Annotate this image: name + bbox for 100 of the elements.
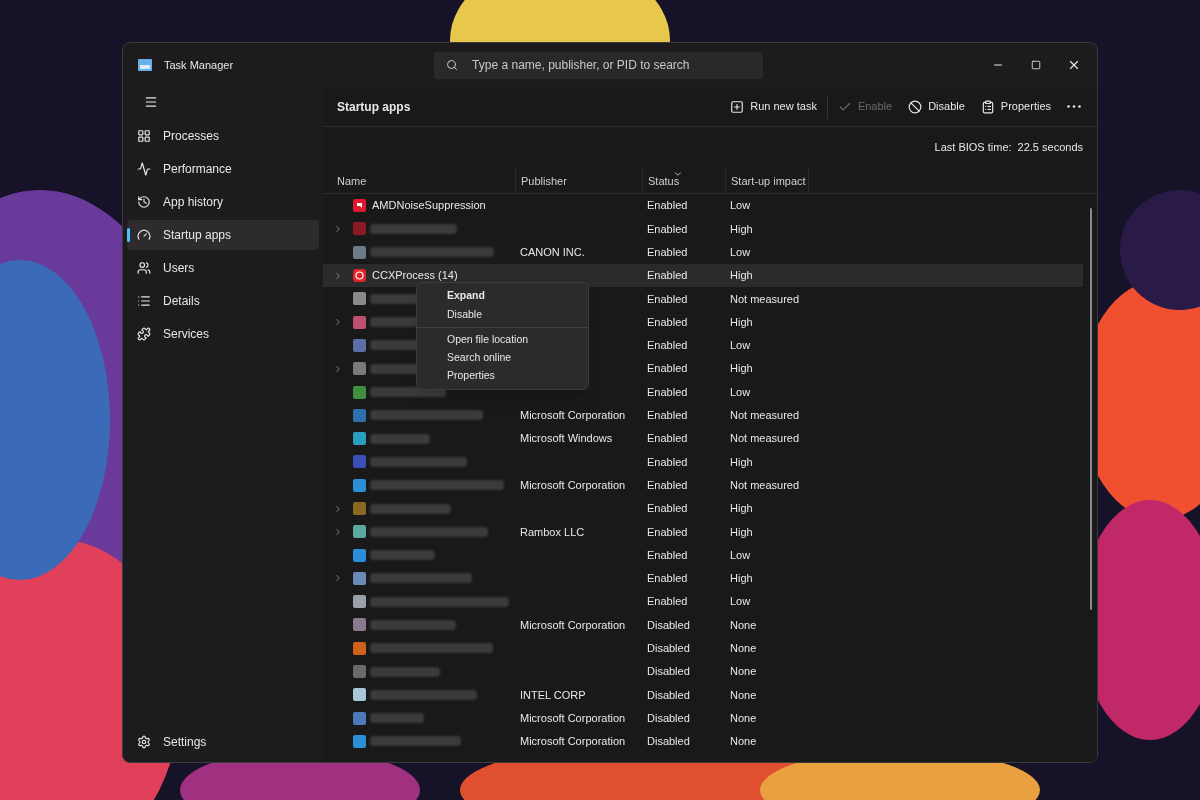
search-field[interactable]: Type a name, publisher, or PID to search xyxy=(434,51,764,79)
column-header[interactable]: Status xyxy=(642,167,725,193)
impact-text: None xyxy=(730,618,757,631)
expand-chevron-icon[interactable] xyxy=(333,573,343,584)
menu-item[interactable]: Disable xyxy=(417,305,588,324)
impact-text: High xyxy=(730,502,753,515)
publisher-text: Microsoft Windows xyxy=(520,432,613,445)
status-text: Disabled xyxy=(647,642,690,655)
menu-item[interactable]: Expand xyxy=(417,287,588,306)
publisher-text: Microsoft Corporation xyxy=(520,711,626,724)
toolbar-button[interactable]: Properties xyxy=(974,91,1057,122)
bios-time-value: 22.5 seconds xyxy=(1017,139,1083,155)
history-icon xyxy=(137,195,151,209)
impact-text: None xyxy=(730,735,757,748)
users-icon xyxy=(137,261,151,275)
sort-icon xyxy=(673,169,683,179)
sidebar-item[interactable]: App history xyxy=(127,187,319,217)
blurred-name xyxy=(370,550,435,561)
status-text: Disabled xyxy=(647,618,690,631)
scrollbar[interactable] xyxy=(1090,208,1092,610)
impact-text: High xyxy=(730,269,753,282)
more-icon xyxy=(1067,105,1081,108)
sidebar-item[interactable]: Services xyxy=(127,319,319,349)
menu-item[interactable]: Search online xyxy=(417,348,588,367)
sidebar-item[interactable]: Startup apps xyxy=(127,220,319,250)
menu-item[interactable]: Open file location xyxy=(417,326,588,349)
column-header[interactable]: Start-up impact xyxy=(725,167,808,193)
status-text: Enabled xyxy=(647,525,688,538)
app-name: CCXProcess (14) xyxy=(372,268,458,284)
sidebar-item[interactable]: Users xyxy=(127,253,319,283)
status-text: Enabled xyxy=(647,409,688,422)
grid-icon xyxy=(137,129,151,143)
impact-text: None xyxy=(730,688,757,701)
impact-text: High xyxy=(730,315,753,328)
status-text: Enabled xyxy=(647,222,688,235)
pulse-icon xyxy=(137,162,151,176)
expand-chevron-icon[interactable] xyxy=(333,223,343,234)
blurred-name xyxy=(370,666,440,677)
toolbar-button[interactable]: Disable xyxy=(902,91,971,122)
status-text: Enabled xyxy=(647,385,688,398)
impact-text: High xyxy=(730,525,753,538)
expand-chevron-icon[interactable] xyxy=(333,363,343,374)
column-header[interactable]: Publisher xyxy=(515,167,642,193)
column-header[interactable]: Name xyxy=(337,167,515,193)
status-text: Disabled xyxy=(647,735,690,748)
maximize-icon xyxy=(1031,60,1041,70)
app-logo-icon xyxy=(138,59,152,71)
close-icon xyxy=(1067,58,1081,72)
sidebar-item[interactable]: Details xyxy=(127,286,319,316)
menu-item[interactable]: Properties xyxy=(417,366,588,386)
window-title: Task Manager xyxy=(164,57,234,73)
status-text: Disabled xyxy=(647,688,690,701)
publisher-text: CANON INC. xyxy=(520,246,585,258)
bios-time-label: Last BIOS time: xyxy=(934,139,1012,155)
impact-text: High xyxy=(730,572,753,585)
puzzle-icon xyxy=(137,327,151,341)
impact-text: Not measured xyxy=(730,478,800,491)
impact-text: None xyxy=(730,642,757,655)
status-text: Enabled xyxy=(647,362,688,375)
gauge-icon xyxy=(137,228,151,242)
settings-button[interactable]: Settings xyxy=(127,727,319,757)
expand-chevron-icon[interactable] xyxy=(333,270,343,281)
search-input[interactable]: Type a name, publisher, or PID to search xyxy=(472,56,733,74)
blurred-name xyxy=(370,433,430,444)
status-text: Enabled xyxy=(647,595,688,608)
menu-icon xyxy=(144,95,158,109)
plus-square-icon xyxy=(730,99,745,114)
status-text: Enabled xyxy=(647,292,688,305)
impact-text: High xyxy=(730,362,753,375)
impact-text: Low xyxy=(730,339,751,352)
ban-icon xyxy=(908,99,923,114)
expand-chevron-icon[interactable] xyxy=(333,503,343,514)
expand-chevron-icon[interactable] xyxy=(333,526,343,537)
status-text: Enabled xyxy=(647,455,688,468)
impact-text: None xyxy=(730,665,757,678)
app-name: AMDNoiseSuppression xyxy=(372,198,486,214)
publisher-text: Microsoft Corporation xyxy=(520,735,626,748)
impact-text: Low xyxy=(730,548,751,561)
expand-chevron-icon[interactable] xyxy=(333,317,343,328)
impact-text: Low xyxy=(730,246,751,258)
impact-text: None xyxy=(730,711,757,724)
status-text: Enabled xyxy=(647,548,688,561)
impact-text: Low xyxy=(730,199,751,212)
impact-text: Not measured xyxy=(730,432,800,445)
impact-text: Low xyxy=(730,595,751,608)
impact-text: High xyxy=(730,455,753,468)
status-text: Enabled xyxy=(647,269,688,282)
toolbar-button[interactable]: Run new task xyxy=(724,91,823,122)
publisher-text: Microsoft Corporation xyxy=(520,478,626,491)
status-text: Enabled xyxy=(647,572,688,585)
impact-text: Not measured xyxy=(730,409,800,422)
status-text: Enabled xyxy=(647,502,688,515)
blurred-name xyxy=(370,713,424,724)
status-text: Disabled xyxy=(647,711,690,724)
sidebar-item[interactable]: Processes xyxy=(127,121,319,151)
impact-text: High xyxy=(730,222,753,235)
status-text: Enabled xyxy=(647,432,688,445)
impact-text: Not measured xyxy=(730,292,800,305)
sidebar-item[interactable]: Performance xyxy=(127,154,319,184)
publisher-text: Microsoft Corporation xyxy=(520,409,626,422)
